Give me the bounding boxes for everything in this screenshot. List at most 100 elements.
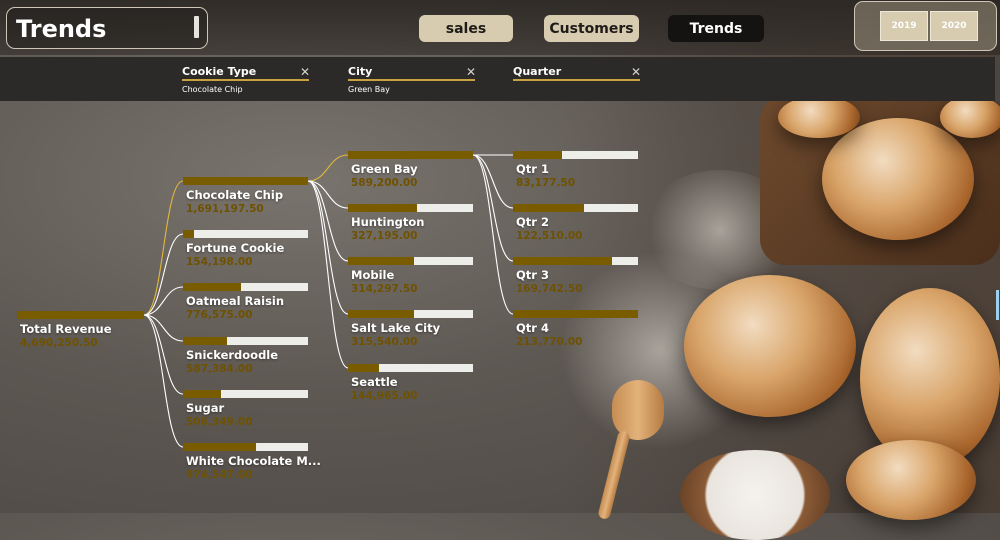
connector-root-level1 (143, 233, 184, 316)
connector-root-level1 (143, 314, 184, 342)
connector-level1-level2 (307, 180, 349, 262)
bar-fill (183, 177, 308, 185)
connector-root-level1 (143, 314, 184, 395)
nav-trends-button[interactable]: Trends (668, 15, 764, 42)
slicer-value: Chocolate Chip (182, 85, 243, 94)
bar-track (183, 443, 308, 451)
bar-fill (183, 390, 221, 398)
bar-track (348, 310, 473, 318)
tree-node-oatmeal-raisin[interactable]: Oatmeal Raisin 776,575.00 (183, 283, 308, 323)
node-value: 144,965.00 (351, 390, 418, 402)
node-label: Green Bay (351, 162, 418, 176)
node-label: Snickerdoodle (186, 348, 279, 362)
flour-bowl (680, 450, 830, 540)
bread-bun (822, 118, 974, 240)
connector-level2-level3 (472, 154, 514, 315)
node-value: 776,575.00 (186, 309, 253, 321)
bar-track (183, 283, 308, 291)
tree-node-chocolate-chip[interactable]: Chocolate Chip 1,691,197.50 (183, 177, 308, 217)
tree-node-snickerdoodle[interactable]: Snickerdoodle 587,384.00 (183, 337, 308, 377)
filter-bar: Cookie Type ✕ Chocolate Chip City ✕ Gree… (0, 57, 997, 101)
bread-bun (684, 275, 856, 417)
bar-fill (513, 257, 612, 265)
bar-fill (183, 230, 194, 238)
connector-root-level1 (143, 180, 184, 316)
connector-level1-level2 (307, 180, 349, 369)
bar-track (348, 364, 473, 372)
node-label: Total Revenue (20, 322, 112, 336)
tree-node-qtr-2[interactable]: Qtr 2 122,510.00 (513, 204, 638, 244)
tree-node-mobile[interactable]: Mobile 314,297.50 (348, 257, 473, 297)
slicer-value: Green Bay (348, 85, 390, 94)
bar-track (348, 204, 473, 212)
node-label: Chocolate Chip (186, 188, 284, 202)
node-value: 169,742.50 (516, 283, 583, 295)
bar-track (513, 151, 638, 159)
bar-track (513, 310, 638, 318)
connector-level1-level2 (307, 154, 349, 182)
bar-track (17, 311, 144, 319)
bar-fill (513, 151, 562, 159)
node-label: Qtr 2 (516, 215, 549, 229)
tree-node-fortune-cookie[interactable]: Fortune Cookie 154,198.00 (183, 230, 308, 270)
node-value: 1,691,197.50 (186, 203, 264, 215)
year-2019-button[interactable]: 2019 (880, 11, 928, 41)
tree-node-sugar[interactable]: Sugar 506,349.00 (183, 390, 308, 430)
clear-filter-icon[interactable]: ✕ (466, 65, 476, 79)
node-value: 315,540.00 (351, 336, 418, 348)
slicer-label: City (348, 65, 475, 81)
bar-fill (183, 283, 241, 291)
tree-node-qtr-1[interactable]: Qtr 1 83,177.50 (513, 151, 638, 191)
bar-track (348, 257, 473, 265)
tree-node-seattle[interactable]: Seattle 144,965.00 (348, 364, 473, 404)
node-value: 154,198.00 (186, 256, 253, 268)
bar-fill (348, 151, 473, 159)
connector-root-level1 (143, 286, 184, 316)
bar-fill (513, 310, 638, 318)
bar-fill (348, 204, 417, 212)
node-value: 83,177.50 (516, 177, 576, 189)
clear-filter-icon[interactable]: ✕ (300, 65, 310, 79)
slicer-label: Quarter (513, 65, 640, 81)
node-value: 314,297.50 (351, 283, 418, 295)
tree-node-qtr-4[interactable]: Qtr 4 213,770.00 (513, 310, 638, 350)
node-value: 506,349.00 (186, 416, 253, 428)
filter-bar-edge (995, 57, 1000, 101)
node-value: 122,510.00 (516, 230, 583, 242)
node-label: Oatmeal Raisin (186, 294, 285, 308)
bar-fill (348, 257, 414, 265)
year-2020-button[interactable]: 2020 (930, 11, 978, 41)
bar-track (183, 337, 308, 345)
nav-sales-button[interactable]: sales (419, 15, 513, 42)
tree-node-white-chocolate-m[interactable]: White Chocolate M... 974,547.00 (183, 443, 321, 483)
node-label: Qtr 4 (516, 321, 549, 335)
node-label: Qtr 1 (516, 162, 549, 176)
node-value: 587,384.00 (186, 363, 253, 375)
tree-node-green-bay[interactable]: Green Bay 589,200.00 (348, 151, 473, 191)
slicer-quarter[interactable]: Quarter ✕ (513, 65, 641, 85)
bar-track (348, 151, 473, 159)
bread-bun (940, 96, 1000, 138)
tree-node-total-revenue[interactable]: Total Revenue 4,690,250.50 (17, 311, 144, 351)
node-label: Qtr 3 (516, 268, 549, 282)
tree-node-huntington[interactable]: Huntington 327,195.00 (348, 204, 473, 244)
tree-node-salt-lake-city[interactable]: Salt Lake City 315,540.00 (348, 310, 473, 350)
bar-fill (513, 204, 584, 212)
connector-root-level1 (143, 314, 184, 448)
connector-level2-level3 (472, 154, 514, 209)
node-label: Salt Lake City (351, 321, 441, 335)
clear-filter-icon[interactable]: ✕ (631, 65, 641, 79)
year-slicer: 2019 2020 (854, 1, 997, 51)
node-label: Sugar (186, 401, 225, 415)
slicer-city[interactable]: City ✕ Green Bay (348, 65, 476, 94)
scroll-handle[interactable] (996, 290, 999, 320)
page-title-box: Trends (6, 7, 208, 49)
slicer-label: Cookie Type (182, 65, 309, 81)
node-label: White Chocolate M... (186, 454, 321, 468)
bar-fill (17, 311, 144, 319)
nav-customers-button[interactable]: Customers (544, 15, 639, 42)
slicer-cookie-type[interactable]: Cookie Type ✕ Chocolate Chip (182, 65, 310, 94)
bread-bun (778, 96, 860, 138)
tree-node-qtr-3[interactable]: Qtr 3 169,742.50 (513, 257, 638, 297)
node-label: Huntington (351, 215, 425, 229)
